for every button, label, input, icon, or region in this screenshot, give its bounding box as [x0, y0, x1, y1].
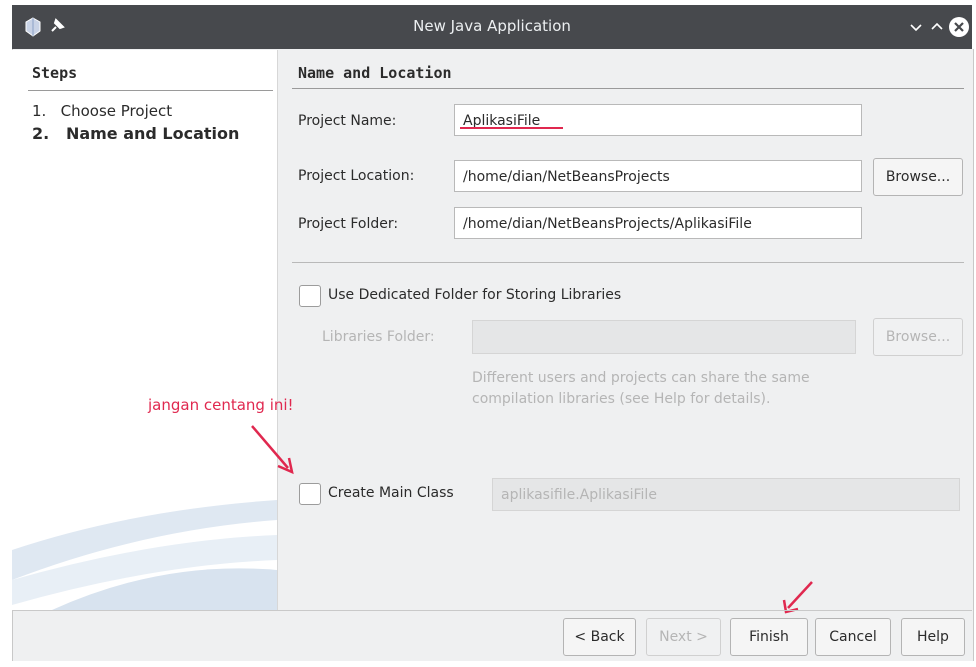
project-location-input[interactable]: /home/dian/NetBeansProjects [454, 160, 862, 192]
step-label: Name and Location [65, 124, 240, 143]
cancel-button[interactable]: Cancel [815, 618, 891, 656]
spellcheck-underline [460, 127, 563, 129]
project-name-label: Project Name: [298, 113, 397, 129]
create-main-class-label: Create Main Class [328, 485, 454, 501]
libraries-folder-input[interactable] [472, 320, 856, 354]
next-button[interactable]: Next > [646, 618, 721, 656]
annotation-arrow-icon [251, 425, 294, 475]
project-name-input[interactable]: AplikasiFile [454, 104, 862, 136]
back-button[interactable]: < Back [563, 618, 636, 656]
dedicated-folder-checkbox[interactable] [299, 285, 321, 307]
browse-button[interactable]: Browse... [873, 158, 963, 196]
window-title: New Java Application [413, 17, 571, 35]
steps-divider [28, 90, 273, 91]
step-number: 2. [32, 124, 50, 143]
project-folder-input[interactable]: /home/dian/NetBeansProjects/AplikasiFile [454, 207, 862, 239]
steps-panel: Steps 1. Choose Project 2. Name and Loca… [12, 50, 278, 610]
footer-divider [12, 610, 972, 611]
project-location-value: /home/dian/NetBeansProjects [463, 169, 670, 185]
libraries-folder-label: Libraries Folder: [322, 329, 435, 345]
window-titlebar: New Java Application [12, 5, 972, 49]
main-class-value: aplikasifile.AplikasiFile [501, 487, 657, 503]
project-folder-value: /home/dian/NetBeansProjects/AplikasiFile [463, 216, 752, 232]
project-location-label: Project Location: [298, 168, 415, 184]
libraries-browse-button[interactable]: Browse... [873, 318, 963, 356]
section-divider [292, 262, 964, 263]
step-item-name-location: 2. Name and Location [32, 124, 239, 143]
step-label: Choose Project [60, 102, 173, 120]
finish-button[interactable]: Finish [730, 618, 808, 656]
main-class-input[interactable]: aplikasifile.AplikasiFile [492, 478, 960, 511]
title-divider [292, 88, 964, 89]
project-folder-label: Project Folder: [298, 216, 399, 232]
step-number: 1. [32, 102, 47, 120]
maximize-icon[interactable] [926, 16, 948, 38]
libraries-description: Different users and projects can share t… [472, 370, 810, 407]
step-item-choose-project: 1. Choose Project [32, 102, 172, 120]
annotation-text: jangan centang ini! [148, 396, 294, 414]
minimize-icon[interactable] [905, 16, 927, 38]
steps-decoration [12, 500, 277, 610]
dedicated-folder-label: Use Dedicated Folder for Storing Librari… [328, 287, 622, 303]
steps-header: Steps [32, 64, 78, 82]
close-icon[interactable] [948, 16, 970, 38]
help-button[interactable]: Help [901, 618, 965, 656]
page-title: Name and Location [298, 64, 452, 82]
create-main-class-checkbox[interactable] [299, 483, 321, 505]
